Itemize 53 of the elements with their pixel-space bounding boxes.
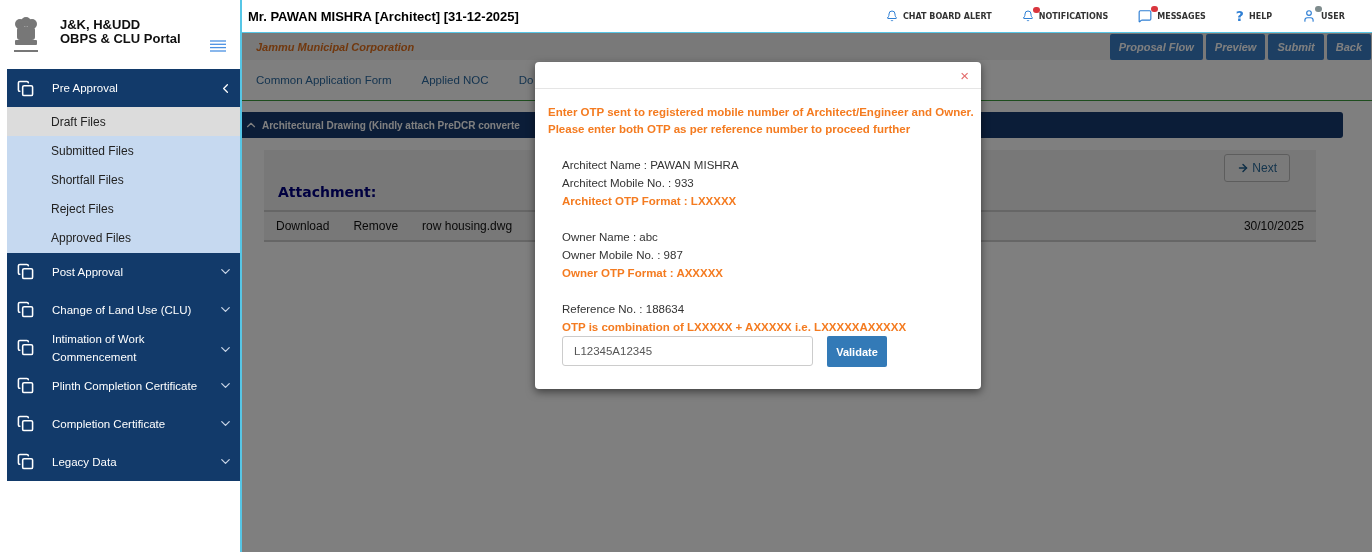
sidebar-item[interactable]: Plinth Completion Certificate [7,366,240,405]
row-link[interactable]: Remove [353,219,399,233]
organization-title: Jammu Municipal Corporation [256,40,416,53]
bell-icon [885,10,898,22]
documents-icon [17,339,34,357]
help-icon: ? [1235,8,1244,24]
portal-title: J&K, H&UDD [60,17,142,32]
info-text: Architect Name : PAWAN MISHRA [562,158,740,173]
file-date: 30/10/2025 [1243,219,1304,233]
submenu-item[interactable]: Reject Files [7,194,240,224]
emblem-icon [12,14,40,55]
submenu-item[interactable]: Draft Files [7,107,240,137]
documents-icon [17,263,34,281]
documents-icon [17,415,34,433]
submenu-item[interactable]: Shortfall Files [7,165,240,195]
portal-subtitle: OBPS & CLU Portal [60,31,181,46]
info-text: Owner Name : abc [562,230,659,245]
hint-text: Owner OTP Format : AXXXXX [562,266,725,281]
arrow-right-icon [1237,162,1250,174]
row-link[interactable]: Download [276,219,330,233]
link-label: CHAT BOARD ALERT [902,11,992,21]
link-label: NOTIFICATIONS [1038,11,1109,21]
otp-field[interactable]: L12345A12345 [562,336,813,366]
validate-button[interactable]: Validate [827,336,887,367]
header-link[interactable]: NOTIFICATIONS [1021,10,1109,22]
link-label: USER [1321,11,1345,21]
sidebar-item[interactable]: Completion Certificate [7,404,240,443]
header-link[interactable]: MESSAGES [1138,9,1206,23]
submenu-item[interactable]: Approved Files [7,223,240,253]
header-link[interactable]: CHAT BOARD ALERT [885,10,992,22]
header-link[interactable]: USER [1302,9,1345,23]
menu-icon[interactable] [210,40,226,52]
documents-icon [17,301,34,319]
info-text: Reference No. : 188634 [562,302,686,317]
header-link[interactable]: ? HELP [1235,8,1273,24]
documents-icon [17,79,34,97]
info-text: Owner Mobile No. : 987 [562,248,684,263]
documents-icon [17,377,34,395]
sidebar-item[interactable]: Post Approval [7,252,240,291]
sidebar-item[interactable]: Change of Land Use (CLU) [7,290,240,329]
instruction-text: Please enter both OTP as per reference number to proceed further [548,122,912,137]
sidebar-item[interactable]: Legacy Data [7,442,240,481]
hint-text: Architect OTP Format : LXXXXX [562,194,738,209]
section-title: Architectural Drawing (Kindly attach PreDCR converte [262,119,520,131]
sidebar-item[interactable]: Pre Approval [7,69,240,107]
documents-icon [17,453,34,471]
link-label: HELP [1249,11,1273,21]
file-name: row housing.dwg [422,219,513,233]
user-title: Mr. PAWAN MISHRA [Architect] [31-12-2025] [248,8,520,24]
link-label: MESSAGES [1157,11,1206,21]
sidebar-item[interactable]: Intimation of Work Commencement [7,328,240,367]
submenu-item[interactable]: Submitted Files [7,136,240,166]
hint-text: OTP is combination of LXXXXX + AXXXXX i.e. LXXXXXAXXXXX [562,320,908,335]
